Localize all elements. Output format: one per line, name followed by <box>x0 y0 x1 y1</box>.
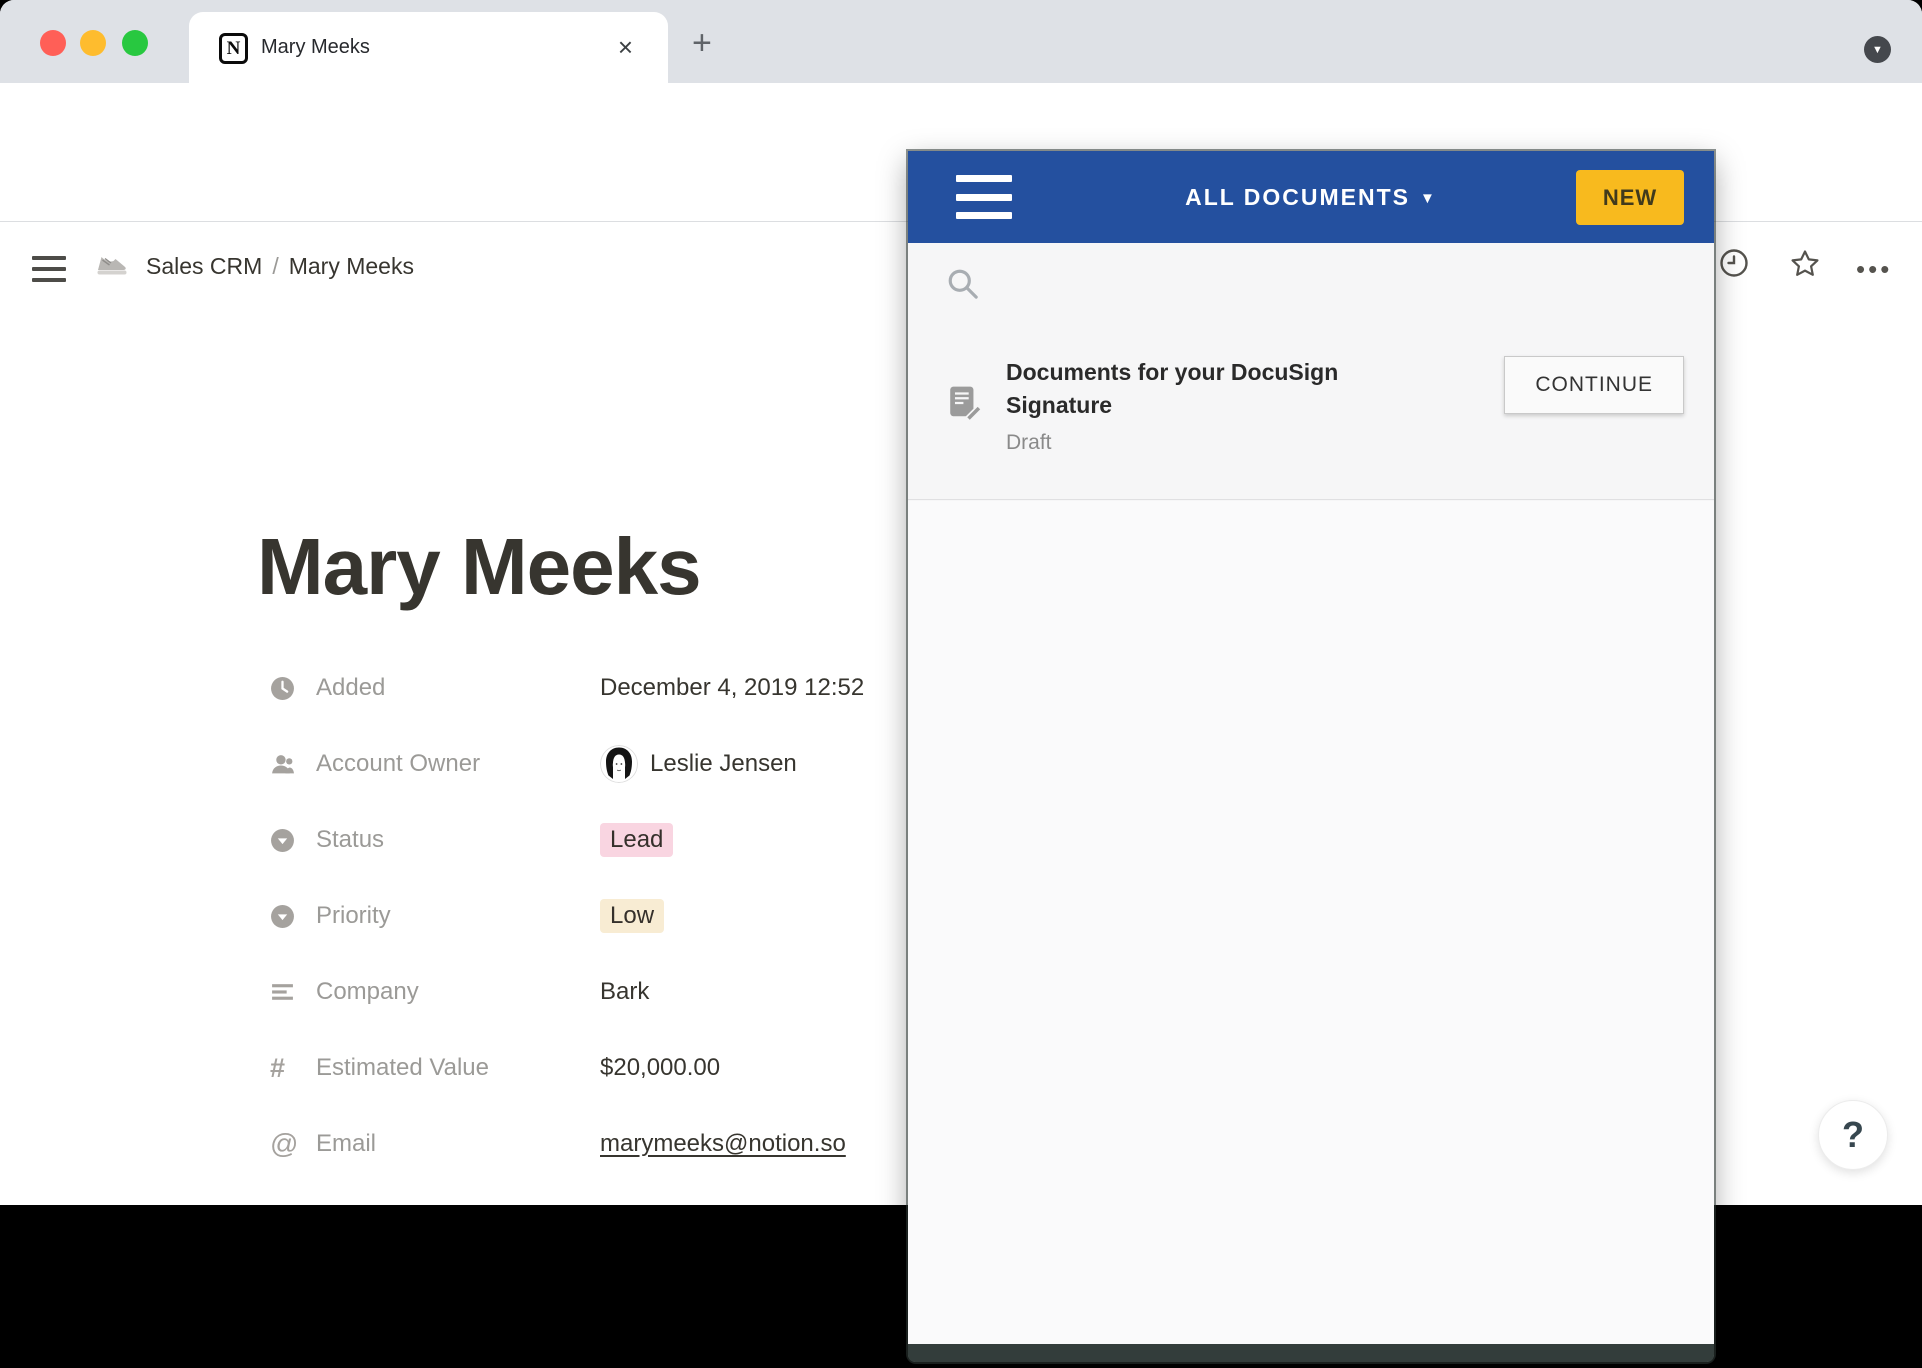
leslie-avatar <box>600 745 638 783</box>
browser-tab[interactable]: N Mary Meeks × <box>189 12 668 83</box>
document-list-empty-area <box>908 501 1714 1344</box>
priority-badge[interactable]: Low <box>600 899 664 933</box>
chevron-down-icon: ▼ <box>1872 44 1883 56</box>
property-label: Priority <box>316 902 600 930</box>
email-link[interactable]: marymeeks@notion.so <box>600 1130 846 1158</box>
help-button[interactable]: ? <box>1818 1100 1888 1170</box>
property-value[interactable]: $20,000.00 <box>600 1054 720 1082</box>
property-value[interactable]: December 4, 2019 12:52 <box>600 674 864 702</box>
search-bar[interactable] <box>908 243 1714 348</box>
status-badge[interactable]: Lead <box>600 823 673 857</box>
tab-search-button[interactable]: ▼ <box>1864 36 1891 63</box>
property-label: Estimated Value <box>316 1054 600 1082</box>
notion-favicon-icon: N <box>219 33 248 64</box>
clock-icon <box>270 676 300 701</box>
breadcrumb-separator: / <box>262 253 288 279</box>
text-lines-icon <box>270 980 300 1005</box>
property-value[interactable]: Leslie Jensen <box>600 745 797 783</box>
breadcrumb-page[interactable]: Mary Meeks <box>289 253 414 279</box>
document-row[interactable]: Documents for your DocuSign Signature Dr… <box>908 348 1714 500</box>
close-window-button[interactable] <box>40 30 66 56</box>
more-options-icon[interactable]: ••• <box>1856 254 1892 285</box>
sneaker-emoji-icon <box>96 252 128 278</box>
new-tab-button[interactable]: + <box>692 24 712 63</box>
sidebar-menu-icon[interactable] <box>32 256 66 282</box>
property-label: Account Owner <box>316 750 600 778</box>
search-icon <box>946 267 982 303</box>
property-label: Added <box>316 674 600 702</box>
docusign-body: Documents for your DocuSign Signature Dr… <box>908 243 1714 1344</box>
property-label: Company <box>316 978 600 1006</box>
minimize-window-button[interactable] <box>80 30 106 56</box>
at-sign-icon: @ <box>270 1128 300 1160</box>
breadcrumb: Sales CRM/Mary Meeks <box>146 253 414 280</box>
number-hash-icon: # <box>270 1053 300 1084</box>
browser-toolbar: notion.so/camacme/Mary-Meeks-2219a2de94f… <box>0 83 1922 150</box>
document-signature-icon <box>946 384 984 422</box>
docusign-panel: ALL DOCUMENTS▼ NEW Documents for your Do… <box>908 151 1714 1362</box>
select-icon <box>270 904 300 929</box>
page-title[interactable]: Mary Meeks <box>257 521 701 613</box>
chevron-down-icon: ▼ <box>1420 190 1437 207</box>
close-tab-icon[interactable]: × <box>618 32 633 63</box>
tab-title: Mary Meeks <box>261 36 370 59</box>
owner-name: Leslie Jensen <box>650 750 797 778</box>
docusign-header: ALL DOCUMENTS▼ NEW <box>908 151 1714 243</box>
continue-button[interactable]: CONTINUE <box>1504 356 1684 414</box>
tab-strip: N Mary Meeks × + ▼ <box>0 0 1922 83</box>
property-value[interactable]: Bark <box>600 978 649 1006</box>
property-label: Email <box>316 1130 600 1158</box>
maximize-window-button[interactable] <box>122 30 148 56</box>
document-title: Documents for your DocuSign Signature <box>1006 356 1446 423</box>
breadcrumb-workspace[interactable]: Sales CRM <box>146 253 262 279</box>
favorite-star-icon[interactable] <box>1789 248 1821 280</box>
document-status: Draft <box>1006 431 1446 455</box>
panel-bottom-bar <box>908 1344 1714 1362</box>
updates-clock-icon[interactable] <box>1719 248 1749 278</box>
property-label: Status <box>316 826 600 854</box>
person-icon <box>270 752 300 777</box>
select-icon <box>270 828 300 853</box>
new-document-button[interactable]: NEW <box>1576 170 1684 225</box>
